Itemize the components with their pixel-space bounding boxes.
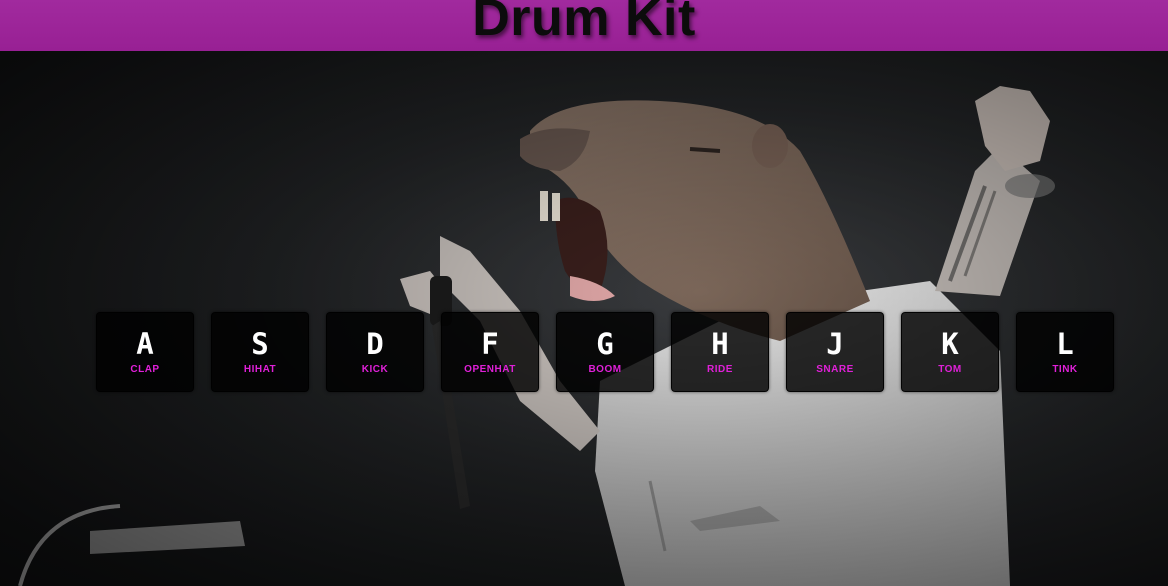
drum-key-j[interactable]: J snare <box>786 312 884 392</box>
sound-label: clap <box>130 364 160 375</box>
drum-key-d[interactable]: D kick <box>326 312 424 392</box>
key-letter: D <box>366 327 384 361</box>
drum-key-l[interactable]: L tink <box>1016 312 1114 392</box>
sound-label: openhat <box>464 364 516 375</box>
drum-key-h[interactable]: H ride <box>671 312 769 392</box>
key-letter: A <box>136 327 154 361</box>
key-letter: G <box>596 327 614 361</box>
drum-key-k[interactable]: K tom <box>901 312 999 392</box>
sound-label: hihat <box>243 364 277 375</box>
drum-key-f[interactable]: F openhat <box>441 312 539 392</box>
drum-key-g[interactable]: G boom <box>556 312 654 392</box>
sound-label: ride <box>707 364 733 375</box>
sound-label: tink <box>1052 364 1078 375</box>
drum-kit-app: Drum Kit A CLAP S HIHAT D KICK F OPENHAT… <box>0 0 1168 586</box>
header-bar: Drum Kit <box>0 0 1168 51</box>
key-letter: K <box>941 327 959 361</box>
drum-key-a[interactable]: A clap <box>96 312 194 392</box>
key-letter: F <box>481 327 499 361</box>
key-letter: J <box>826 327 844 361</box>
drum-keys: A clap S hihat D kick F openhat G boom H… <box>96 312 1116 392</box>
page-title: Drum Kit <box>472 0 696 47</box>
key-letter: H <box>711 327 729 361</box>
drum-key-s[interactable]: S hihat <box>211 312 309 392</box>
sound-label: snare <box>816 364 854 375</box>
key-letter: L <box>1056 327 1074 361</box>
sound-label: boom <box>588 364 622 375</box>
sound-label: kick <box>361 364 389 375</box>
key-letter: S <box>251 327 269 361</box>
sound-label: tom <box>938 364 962 375</box>
